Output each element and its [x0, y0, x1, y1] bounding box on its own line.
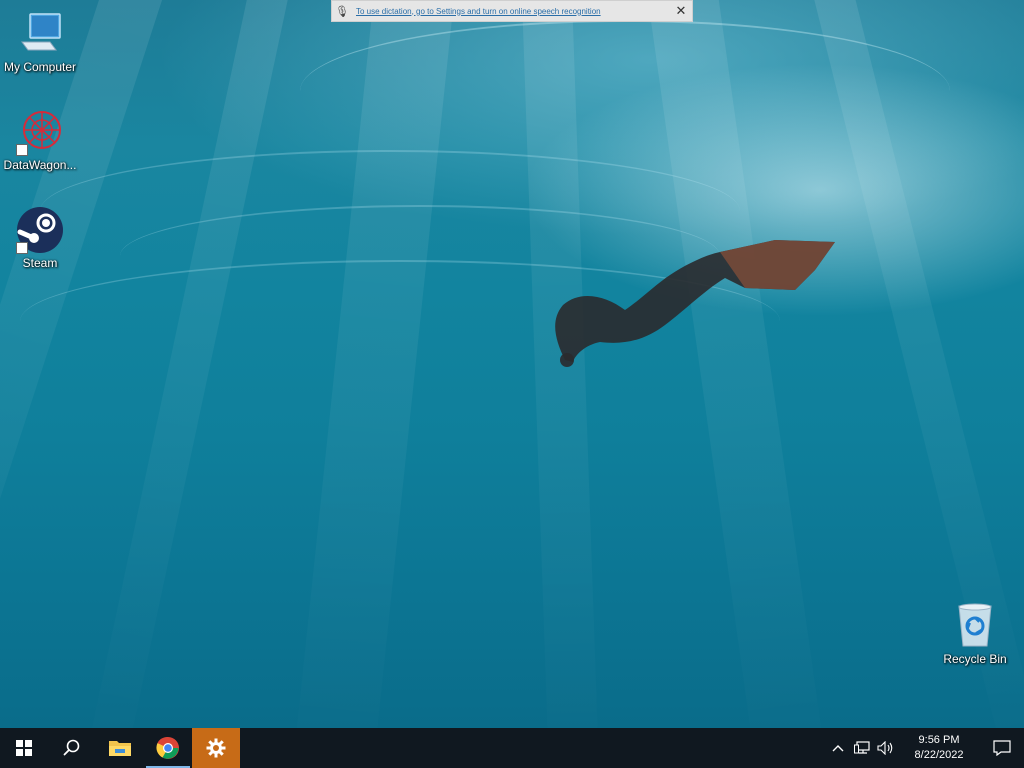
volume-icon[interactable]	[874, 728, 898, 768]
recycle-bin-icon	[951, 602, 999, 650]
desktop-icon-steam[interactable]: Steam	[0, 206, 80, 270]
datawagon-icon	[16, 108, 64, 156]
computer-icon	[16, 10, 64, 58]
taskbar-app-file-explorer[interactable]	[96, 728, 144, 768]
clock-time: 9:56 PM	[918, 734, 960, 746]
network-icon[interactable]	[850, 728, 874, 768]
taskbar-app-chrome[interactable]	[144, 728, 192, 768]
search-icon	[63, 739, 80, 756]
action-center-button[interactable]	[980, 728, 1024, 768]
clock-date: 8/22/2022	[914, 749, 964, 761]
water-ripple	[300, 20, 950, 162]
dictation-settings-link[interactable]: To use dictation, go to Settings and tur…	[352, 7, 670, 16]
action-center-icon	[993, 740, 1011, 756]
file-explorer-icon	[109, 741, 131, 756]
desktop-icon-label: Steam	[22, 256, 58, 270]
taskbar: 9:56 PM 8/22/2022	[0, 728, 1024, 768]
taskbar-app-settings[interactable]	[192, 728, 240, 768]
desktop-icon-label: Recycle Bin	[943, 652, 1007, 666]
windows-start-icon	[16, 740, 32, 756]
desktop-icon-recycle-bin[interactable]: Recycle Bin	[935, 602, 1015, 666]
desktop-icon-my-computer[interactable]: My Computer	[0, 10, 80, 74]
start-button[interactable]	[0, 728, 48, 768]
swimmer-silhouette	[555, 240, 835, 367]
gear-icon	[206, 738, 226, 758]
dictation-notification-bar: 🎙 To use dictation, go to Settings and t…	[331, 0, 693, 22]
microphone-icon: 🎙	[335, 5, 349, 18]
taskbar-clock[interactable]: 9:56 PM 8/22/2022	[904, 733, 974, 763]
search-button[interactable]	[48, 728, 96, 768]
close-icon[interactable]: ✕	[670, 3, 692, 19]
desktop-icon-datawagon[interactable]: DataWagon...	[0, 108, 80, 172]
desktop-icon-label: DataWagon...	[3, 158, 77, 172]
shortcut-arrow-icon	[16, 242, 28, 254]
desktop-icon-label: My Computer	[3, 60, 77, 74]
system-tray: 9:56 PM 8/22/2022	[826, 728, 1024, 768]
shortcut-arrow-icon	[16, 144, 28, 156]
steam-icon	[16, 206, 64, 254]
desktop[interactable]: My Computer DataWagon... Steam Recycle B…	[0, 0, 1024, 728]
chrome-icon	[156, 736, 179, 759]
chevron-up-icon[interactable]	[826, 728, 850, 768]
